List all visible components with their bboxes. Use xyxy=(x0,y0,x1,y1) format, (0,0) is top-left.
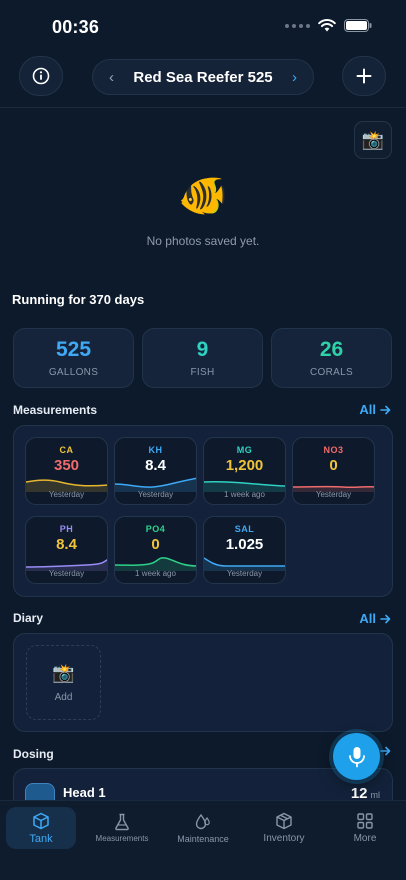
diary-title: Diary xyxy=(13,611,44,625)
tank-selector[interactable]: ‹ Red Sea Reefer 525 › xyxy=(92,59,314,95)
stat-card-corals[interactable]: 26 CORALS xyxy=(271,328,392,388)
dose-head-name: Head 1 xyxy=(63,785,106,800)
arrow-right-icon xyxy=(380,405,391,414)
add-photo-button[interactable]: 📸 xyxy=(354,121,392,159)
measurement-name: NO3 xyxy=(323,445,344,455)
stat-value: 26 xyxy=(319,337,344,361)
measurements-title: Measurements xyxy=(13,403,98,417)
measurement-card-po4[interactable]: PO4 0 1 week ago xyxy=(114,516,197,584)
measurement-card-mg[interactable]: MG 1,200 1 week ago xyxy=(203,437,286,505)
measurements-all-link[interactable]: All xyxy=(359,402,391,417)
measurement-value: 350 xyxy=(53,457,80,474)
camera-icon: 📸 xyxy=(52,662,75,683)
cube-icon xyxy=(33,812,49,829)
battery-icon xyxy=(344,19,372,32)
grid-icon xyxy=(357,813,373,829)
drops-icon xyxy=(195,813,210,829)
flask-icon xyxy=(115,813,129,831)
stat-card-fish[interactable]: 9 FISH xyxy=(142,328,263,388)
measurement-time: Yesterday xyxy=(226,569,263,578)
plus-icon xyxy=(356,68,372,84)
tab-label: Tank xyxy=(29,832,53,845)
tab-maintenance[interactable]: Maintenance xyxy=(170,807,236,849)
stat-value: 525 xyxy=(55,337,92,361)
tab-measurements[interactable]: Measurements xyxy=(88,807,156,849)
measurement-time: Yesterday xyxy=(315,490,352,499)
tab-label: Maintenance xyxy=(177,833,229,844)
measurement-value: 0 xyxy=(151,536,160,553)
measurement-name: CA xyxy=(59,445,74,455)
signal-dots-icon xyxy=(285,23,310,28)
tab-inventory[interactable]: Inventory xyxy=(252,807,316,849)
measurement-value: 8.4 xyxy=(56,536,77,553)
stat-label: CORALS xyxy=(310,366,353,378)
measurements-panel: CA 350 Yesterday KH 8.4 Yesterday MG 1,2… xyxy=(13,425,393,597)
stat-label: FISH xyxy=(190,366,215,378)
tab-label: More xyxy=(353,833,377,844)
diary-all-link[interactable]: All xyxy=(359,611,391,626)
tank-header: ‹ Red Sea Reefer 525 › xyxy=(0,56,406,98)
info-icon xyxy=(32,67,50,85)
measurement-card-no3[interactable]: NO3 0 Yesterday xyxy=(292,437,375,505)
stat-card-gallons[interactable]: 525 GALLONS xyxy=(13,328,134,388)
dosing-title: Dosing xyxy=(13,747,54,761)
measurement-card-kh[interactable]: KH 8.4 Yesterday xyxy=(114,437,197,505)
no-photos-text: No photos saved yet. xyxy=(146,234,260,248)
stat-label: GALLONS xyxy=(48,366,99,378)
header-divider xyxy=(0,107,406,108)
diary-add-label: Add xyxy=(54,691,73,703)
measurement-name: PO4 xyxy=(145,524,166,534)
running-days: Running for 370 days xyxy=(12,292,145,307)
measurement-time: Yesterday xyxy=(48,490,85,499)
diary-panel: 📸 Add xyxy=(13,633,393,732)
arrow-right-icon xyxy=(380,614,391,623)
tank-name: Red Sea Reefer 525 xyxy=(133,68,273,86)
chevron-left-icon[interactable]: ‹ xyxy=(109,69,114,86)
measurement-time: Yesterday xyxy=(48,569,85,578)
voice-input-button[interactable] xyxy=(333,733,380,780)
dose-unit: ml xyxy=(370,790,381,800)
measurement-card-sal[interactable]: SAL 1.025 Yesterday xyxy=(203,516,286,584)
tab-tank[interactable]: Tank xyxy=(6,807,76,849)
diary-add-button[interactable]: 📸 Add xyxy=(26,645,101,720)
measurement-time: 1 week ago xyxy=(224,490,265,499)
measurement-card-ph[interactable]: PH 8.4 Yesterday xyxy=(25,516,108,584)
tab-bar: Tank Measurements Maintenance Inventory … xyxy=(0,800,406,880)
measurement-time: Yesterday xyxy=(137,490,174,499)
measurement-value: 1,200 xyxy=(225,457,264,474)
status-icons xyxy=(285,19,372,32)
stat-value: 9 xyxy=(196,337,209,361)
tab-label: Inventory xyxy=(263,833,305,844)
box-icon xyxy=(276,812,292,830)
status-time: 00:36 xyxy=(52,17,100,37)
camera-icon: 📸 xyxy=(361,129,385,150)
info-button[interactable] xyxy=(19,56,63,96)
measurement-name: MG xyxy=(236,445,253,455)
arrow-right-icon xyxy=(380,746,391,756)
all-link-label: All xyxy=(359,611,376,626)
microphone-icon xyxy=(348,746,365,767)
dosing-all-link[interactable] xyxy=(380,746,391,756)
measurement-value: 1.025 xyxy=(225,536,264,553)
fish-icon: 🐠 xyxy=(178,174,228,218)
measurement-card-ca[interactable]: CA 350 Yesterday xyxy=(25,437,108,505)
measurement-name: KH xyxy=(148,445,163,455)
measurement-name: PH xyxy=(59,524,74,534)
measurement-name: SAL xyxy=(234,524,255,534)
wifi-icon xyxy=(318,19,336,32)
tab-more[interactable]: More xyxy=(334,807,396,849)
measurement-value: 8.4 xyxy=(145,457,166,474)
status-bar: 00:36 xyxy=(0,0,406,52)
chevron-right-icon[interactable]: › xyxy=(292,69,297,86)
tab-label: Measurements xyxy=(95,834,149,843)
all-link-label: All xyxy=(359,402,376,417)
add-tank-button[interactable] xyxy=(342,56,386,96)
measurement-time: 1 week ago xyxy=(135,569,176,578)
measurement-value: 0 xyxy=(329,457,338,474)
